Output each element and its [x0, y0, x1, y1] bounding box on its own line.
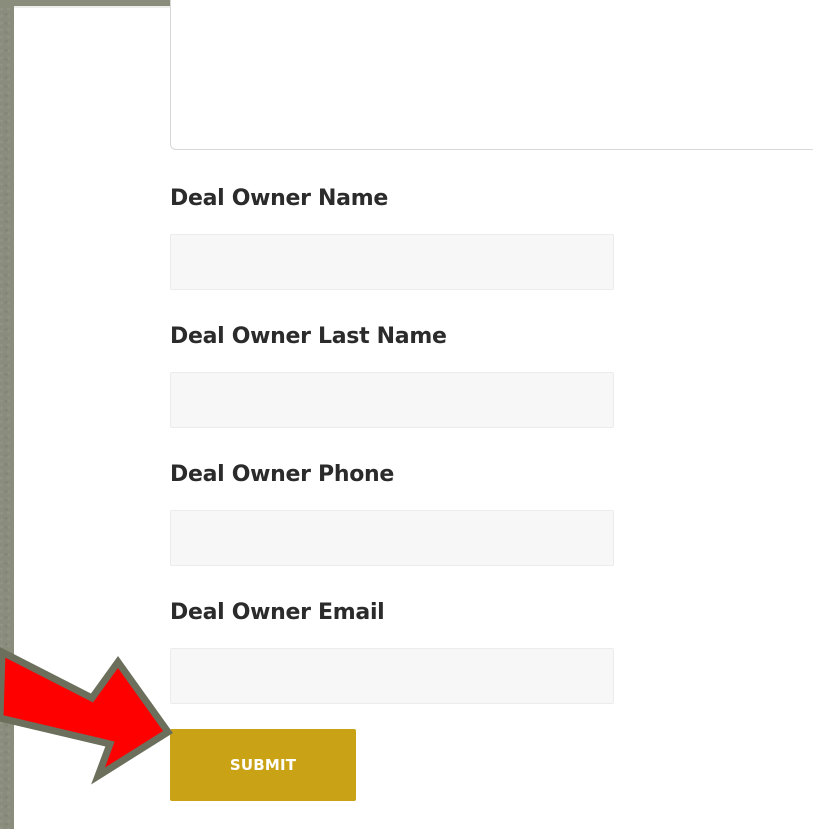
deal-owner-name-input[interactable]	[170, 234, 614, 290]
red-arrow-icon	[0, 647, 174, 785]
deal-owner-email-label: Deal Owner Email	[170, 600, 385, 625]
red-arrow-shape	[0, 647, 174, 785]
deal-owner-email-input[interactable]	[170, 648, 614, 704]
deal-owner-phone-label: Deal Owner Phone	[170, 462, 395, 487]
deal-owner-phone-input[interactable]	[170, 510, 614, 566]
deal-owner-last-name-label: Deal Owner Last Name	[170, 324, 447, 349]
description-textarea[interactable]	[170, 0, 813, 150]
deal-owner-last-name-input[interactable]	[170, 372, 614, 428]
deal-owner-name-label: Deal Owner Name	[170, 186, 388, 211]
submit-button[interactable]: SUBMIT	[170, 729, 356, 801]
